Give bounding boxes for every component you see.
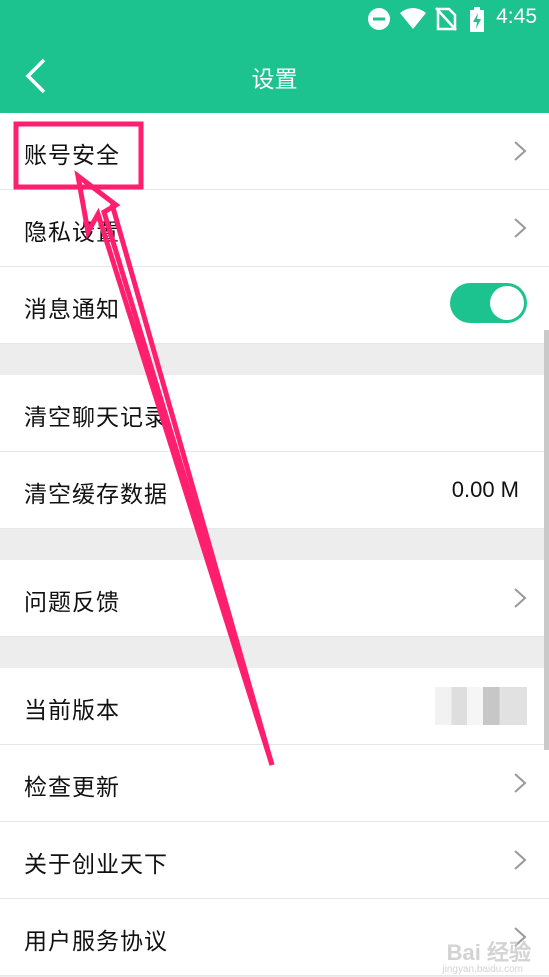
current-version-item: 当前版本: [0, 668, 549, 745]
current-version-label: 当前版本: [24, 698, 120, 724]
version-value-redacted: [435, 687, 527, 725]
account-security-item[interactable]: 账号安全: [0, 113, 549, 190]
section-divider: [0, 529, 549, 560]
chevron-right-icon: [514, 141, 527, 161]
do-not-disturb-icon: [367, 7, 391, 35]
section-divider: [0, 637, 549, 668]
toggle-knob: [490, 286, 524, 320]
chevron-right-icon: [514, 218, 527, 238]
privacy-item[interactable]: 隐私设置: [0, 190, 549, 267]
notifications-item: 消息通知: [0, 267, 549, 344]
check-update-item[interactable]: 检查更新: [0, 745, 549, 822]
settings-list: 账号安全 隐私设置 消息通知 清空聊天记录 清空缓存数据 0.00 M 问题反馈…: [0, 113, 549, 976]
feedback-item[interactable]: 问题反馈: [0, 560, 549, 637]
no-sim-icon: [435, 7, 457, 35]
user-agreement-label: 用户服务协议: [24, 929, 168, 955]
account-security-label: 账号安全: [24, 143, 120, 169]
page-title: 设置: [251, 67, 298, 93]
feedback-label: 问题反馈: [24, 590, 120, 616]
chevron-right-icon: [514, 588, 527, 608]
watermark: Bai 经验: [446, 940, 531, 965]
chevron-right-icon: [514, 773, 527, 793]
notifications-label: 消息通知: [24, 297, 120, 323]
check-update-label: 检查更新: [24, 775, 120, 801]
watermark-url: jingyan.baidu.com: [442, 964, 523, 975]
status-time: 4:45: [496, 5, 537, 28]
nav-bar: 设置: [0, 38, 549, 113]
section-divider: [0, 344, 549, 375]
app-header: 4:45 设置: [0, 0, 549, 113]
cache-size-value: 0.00 M: [451, 477, 519, 502]
status-bar: 4:45: [0, 0, 549, 38]
clear-cache-item[interactable]: 清空缓存数据 0.00 M: [0, 452, 549, 529]
chevron-right-icon: [514, 850, 527, 870]
about-label: 关于创业天下: [24, 852, 168, 878]
clear-chat-label: 清空聊天记录: [24, 405, 168, 431]
scrollbar[interactable]: [544, 330, 549, 750]
battery-charging-icon: [469, 7, 485, 37]
wifi-icon: [399, 7, 427, 35]
about-item[interactable]: 关于创业天下: [0, 822, 549, 899]
clear-cache-label: 清空缓存数据: [24, 482, 168, 508]
clear-chat-item[interactable]: 清空聊天记录: [0, 375, 549, 452]
notifications-toggle[interactable]: [450, 283, 527, 323]
privacy-label: 隐私设置: [24, 220, 120, 246]
